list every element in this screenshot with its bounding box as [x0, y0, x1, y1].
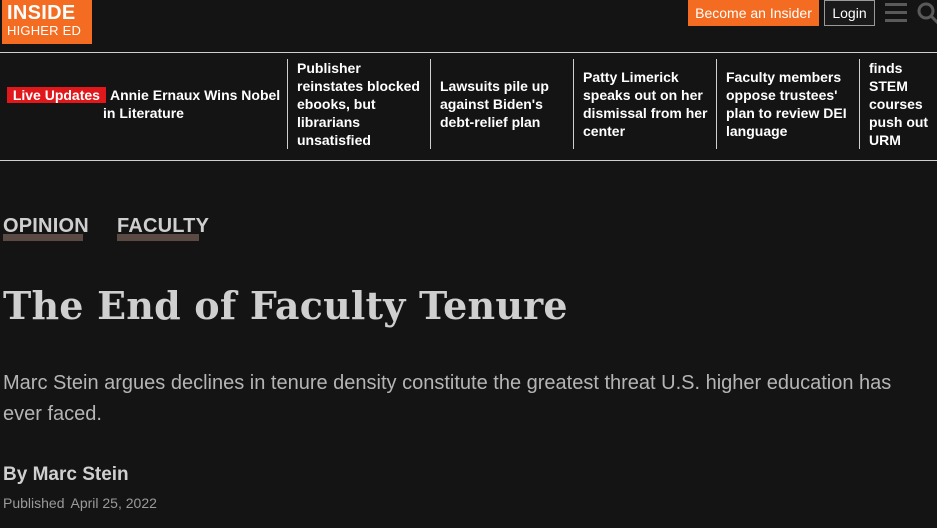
menu-bar	[885, 19, 907, 22]
news-item-text: Faculty members oppose trustees' plan to…	[726, 69, 847, 139]
logo-line-inside: INSIDE	[7, 2, 76, 24]
logo-line-higher-ed: HIGHER ED	[7, 23, 82, 38]
page: INSIDE HIGHER ED Become an Insider Login…	[0, 0, 937, 528]
article-byline[interactable]: By Marc Stein	[3, 464, 129, 486]
site-logo[interactable]: INSIDE HIGHER ED	[2, 0, 92, 44]
publish-info: Published April 25, 2022	[3, 495, 157, 511]
news-item[interactable]: Lawsuits pile up against Biden's debt-re…	[430, 59, 573, 149]
menu-bar	[885, 11, 907, 14]
news-item[interactable]: Patty Limerick speaks out on her dismiss…	[573, 59, 716, 149]
news-item-text: Lawsuits pile up against Biden's debt-re…	[440, 78, 549, 130]
news-strip: Live Updates Annie Ernaux Wins Nobel in L…	[0, 53, 937, 160]
published-date: April 25, 2022	[70, 495, 157, 511]
tag-opinion[interactable]: OPINION	[3, 215, 89, 238]
hamburger-menu-icon[interactable]	[885, 3, 907, 23]
search-icon[interactable]	[917, 2, 937, 24]
news-item[interactable]: Faculty members oppose trustees' plan to…	[716, 59, 859, 149]
live-headline: Annie Ernaux Wins Nobel in Literature	[103, 87, 281, 121]
live-updates-badge: Live Updates	[6, 87, 106, 103]
news-item[interactable]: Publisher reinstates blocked ebooks, but…	[287, 59, 430, 149]
strip-divider	[0, 160, 937, 161]
tag-faculty[interactable]: FACULTY	[117, 215, 209, 238]
published-label: Published	[3, 495, 65, 511]
news-item-text: Patty Limerick speaks out on her dismiss…	[583, 69, 708, 139]
news-item-text: Publisher reinstates blocked ebooks, but…	[297, 60, 420, 148]
menu-bar	[885, 3, 907, 6]
become-insider-button[interactable]: Become an Insider	[688, 0, 819, 26]
news-item-text: Study finds STEM courses push out URM st…	[869, 60, 929, 148]
article-title: The End of Faculty Tenure	[3, 283, 568, 328]
article-dek: Marc Stein argues declines in tenure den…	[3, 372, 892, 425]
news-item[interactable]: Study finds STEM courses push out URM st…	[859, 59, 937, 149]
login-button[interactable]: Login	[824, 0, 875, 26]
live-updates-item[interactable]: Live Updates Annie Ernaux Wins Nobel in L…	[0, 86, 287, 122]
site-header: INSIDE HIGHER ED Become an Insider Login	[0, 0, 937, 52]
